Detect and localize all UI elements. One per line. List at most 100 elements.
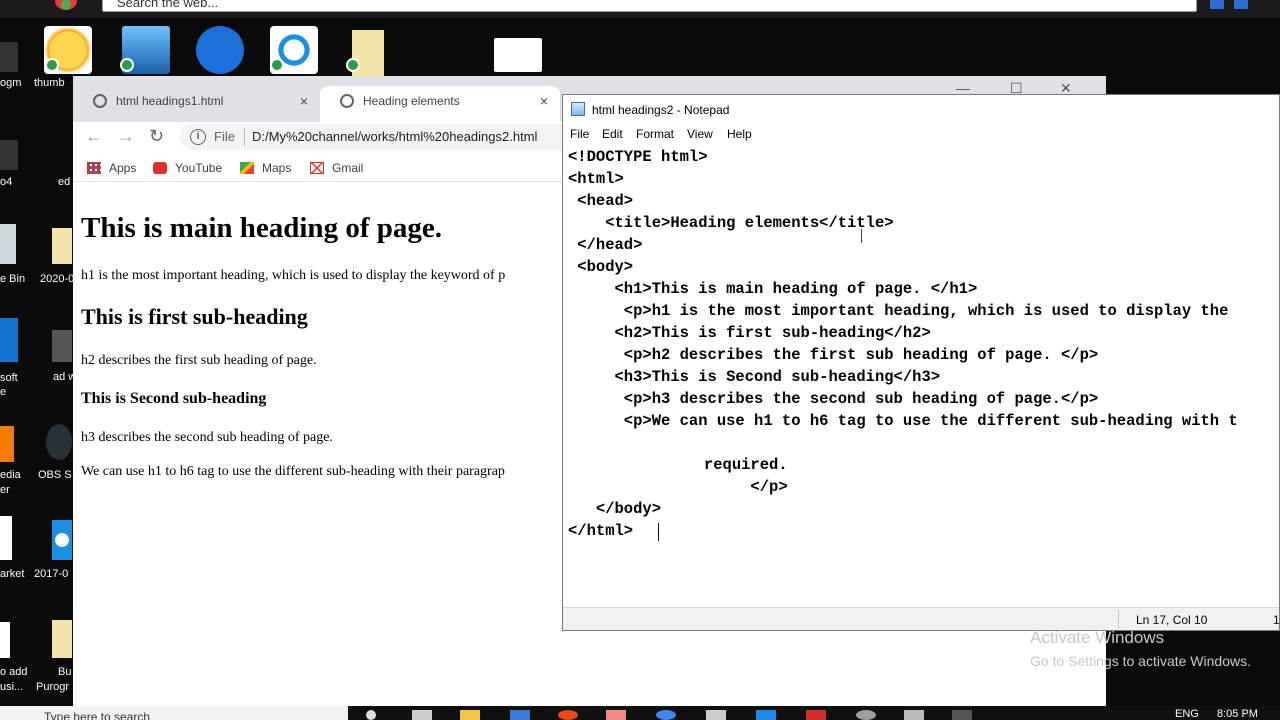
scheme-label: File bbox=[214, 129, 235, 144]
desktop-icon-label[interactable]: soft bbox=[0, 372, 18, 384]
close-tab-icon[interactable]: × bbox=[540, 86, 548, 116]
document-icon[interactable] bbox=[0, 622, 10, 658]
text-editor-area[interactable]: <!DOCTYPE html> <html> <head> <title>Hea… bbox=[563, 145, 1279, 608]
desktop-icon-label[interactable]: thumb bbox=[34, 77, 65, 89]
youtube-icon bbox=[153, 162, 167, 174]
code-line: <head> bbox=[568, 192, 634, 210]
app-icon[interactable] bbox=[494, 38, 542, 72]
obs-studio-icon[interactable] bbox=[46, 424, 72, 460]
desktop-icon-label[interactable]: ed bbox=[58, 176, 70, 188]
code-line: </head> bbox=[568, 236, 643, 254]
bookmark-gmail[interactable]: Gmail bbox=[310, 161, 363, 175]
language-indicator[interactable]: ENG bbox=[1175, 708, 1199, 720]
globe-icon bbox=[340, 94, 354, 108]
bookmark-youtube[interactable]: YouTube bbox=[153, 161, 222, 175]
page-heading-h3: This is Second sub-heading bbox=[81, 390, 267, 407]
close-tab-icon[interactable]: × bbox=[300, 86, 308, 116]
desktop-app-icon[interactable] bbox=[0, 140, 18, 170]
desktop-icon-label[interactable]: 2020-0 bbox=[40, 273, 74, 285]
menu-format[interactable]: Format bbox=[636, 127, 674, 141]
code-line: <p>We can use h1 to h6 tag to use the di… bbox=[568, 412, 1238, 430]
web-search-input[interactable]: Search the web... bbox=[102, 0, 1197, 12]
code-line: <p>h2 describes the first sub heading of… bbox=[568, 346, 1099, 364]
bookmark-label: YouTube bbox=[175, 161, 223, 175]
desktop-icon-label[interactable]: arket bbox=[0, 568, 24, 580]
notepad-taskbar-icon[interactable] bbox=[510, 710, 530, 720]
divider bbox=[1118, 610, 1119, 628]
desktop-icon-label[interactable]: OBS S bbox=[38, 469, 72, 481]
edge-browser-icon[interactable] bbox=[0, 318, 18, 362]
activate-windows-hint: Go to Settings to activate Windows. bbox=[1030, 653, 1251, 669]
url-text[interactable]: D:/My%20channel/works/html%20headings2.h… bbox=[252, 129, 537, 144]
back-button[interactable]: ← bbox=[85, 126, 103, 147]
info-icon[interactable]: i bbox=[190, 129, 206, 145]
desktop-icon-label[interactable]: e Bin bbox=[0, 273, 25, 285]
top-toolbar-strip: Search the web... bbox=[0, 0, 1280, 18]
desktop-icon-label[interactable]: er bbox=[0, 484, 10, 496]
desktop-icon-label[interactable]: usi... bbox=[0, 681, 23, 693]
menu-bar: File Edit Format View Help bbox=[563, 123, 1279, 145]
forward-button[interactable]: → bbox=[117, 126, 135, 147]
code-line: <title>Heading elements</title> bbox=[568, 214, 894, 232]
notepad-icon bbox=[571, 102, 585, 116]
document-icon[interactable] bbox=[52, 228, 72, 264]
shortcut-check-icon bbox=[270, 58, 284, 72]
file-explorer-icon[interactable] bbox=[460, 710, 480, 720]
menu-view[interactable]: View bbox=[687, 127, 713, 141]
desktop-app-icon[interactable] bbox=[0, 42, 18, 72]
recycle-bin-icon[interactable] bbox=[0, 224, 16, 264]
code-line: </body> bbox=[568, 500, 662, 518]
app-taskbar-icon[interactable] bbox=[558, 710, 578, 720]
menu-file[interactable]: File bbox=[570, 127, 589, 141]
app-taskbar-icon[interactable] bbox=[952, 710, 972, 720]
tab-heading-elements[interactable]: Heading elements × bbox=[320, 86, 560, 122]
notepad-window: html headings2 - Notepad File Edit Forma… bbox=[562, 94, 1280, 631]
zoom-level: 1( bbox=[1273, 613, 1280, 627]
desktop-icon-label[interactable]: ogm bbox=[0, 77, 21, 89]
app-taskbar-icon[interactable] bbox=[806, 710, 826, 720]
desktop-icon-label[interactable]: Purogr bbox=[36, 681, 69, 693]
code-line: </html> bbox=[568, 522, 634, 540]
app-taskbar-icon[interactable] bbox=[706, 710, 726, 720]
cortana-icon[interactable] bbox=[366, 710, 376, 720]
taskbar-search-box[interactable]: Type here to search bbox=[0, 706, 348, 720]
clock[interactable]: 8:05 PM bbox=[1217, 708, 1258, 720]
desktop-icon-label[interactable]: o add bbox=[0, 666, 28, 678]
desktop-icon-label[interactable]: edia bbox=[0, 469, 21, 481]
browser-logo-icon bbox=[55, 0, 77, 10]
bookmark-apps[interactable]: Apps bbox=[87, 161, 136, 175]
page-heading-h2: This is first sub-heading bbox=[81, 304, 308, 329]
task-view-icon[interactable] bbox=[412, 710, 432, 720]
media-player-icon[interactable] bbox=[0, 426, 14, 462]
desktop-icon-label[interactable]: 2017-0 bbox=[34, 568, 68, 580]
chrome-taskbar-icon[interactable] bbox=[656, 710, 676, 720]
app-icon[interactable] bbox=[52, 330, 72, 362]
maps-icon bbox=[240, 162, 254, 174]
paragraph-4: We can use h1 to h6 tag to use the diffe… bbox=[81, 464, 505, 479]
code-line: <!DOCTYPE html> bbox=[568, 148, 708, 166]
globe-icon bbox=[93, 94, 107, 108]
desktop-icon-label[interactable]: Bu bbox=[58, 666, 71, 678]
menu-edit[interactable]: Edit bbox=[602, 127, 623, 141]
activate-windows-watermark: Activate Windows bbox=[1030, 628, 1165, 647]
app-icon[interactable] bbox=[1234, 0, 1248, 9]
app-taskbar-icon[interactable] bbox=[904, 710, 924, 720]
menu-help[interactable]: Help bbox=[727, 127, 752, 141]
window-title: html headings2 - Notepad bbox=[592, 103, 730, 117]
code-line: <h3>This is Second sub-heading</h3> bbox=[568, 368, 941, 386]
bookmark-maps[interactable]: Maps bbox=[240, 161, 291, 175]
status-bar: Ln 17, Col 10 1( bbox=[563, 607, 1280, 630]
reload-button[interactable]: ↻ bbox=[149, 126, 164, 147]
tab-html-headings1[interactable]: html headings1.html × bbox=[73, 86, 320, 122]
app-icon[interactable] bbox=[52, 520, 72, 560]
document-icon[interactable] bbox=[52, 620, 72, 658]
facebook-icon[interactable] bbox=[1210, 0, 1224, 9]
desktop-icon-label[interactable]: e bbox=[0, 386, 6, 398]
video-player-icon[interactable] bbox=[196, 26, 244, 74]
app-taskbar-icon[interactable] bbox=[606, 710, 626, 720]
app-taskbar-icon[interactable] bbox=[856, 710, 876, 720]
app-icon[interactable] bbox=[0, 516, 12, 560]
app-taskbar-icon[interactable] bbox=[756, 710, 776, 720]
notepad-title-bar[interactable]: html headings2 - Notepad bbox=[563, 95, 1279, 123]
desktop-icon-label[interactable]: o4 bbox=[0, 176, 12, 188]
